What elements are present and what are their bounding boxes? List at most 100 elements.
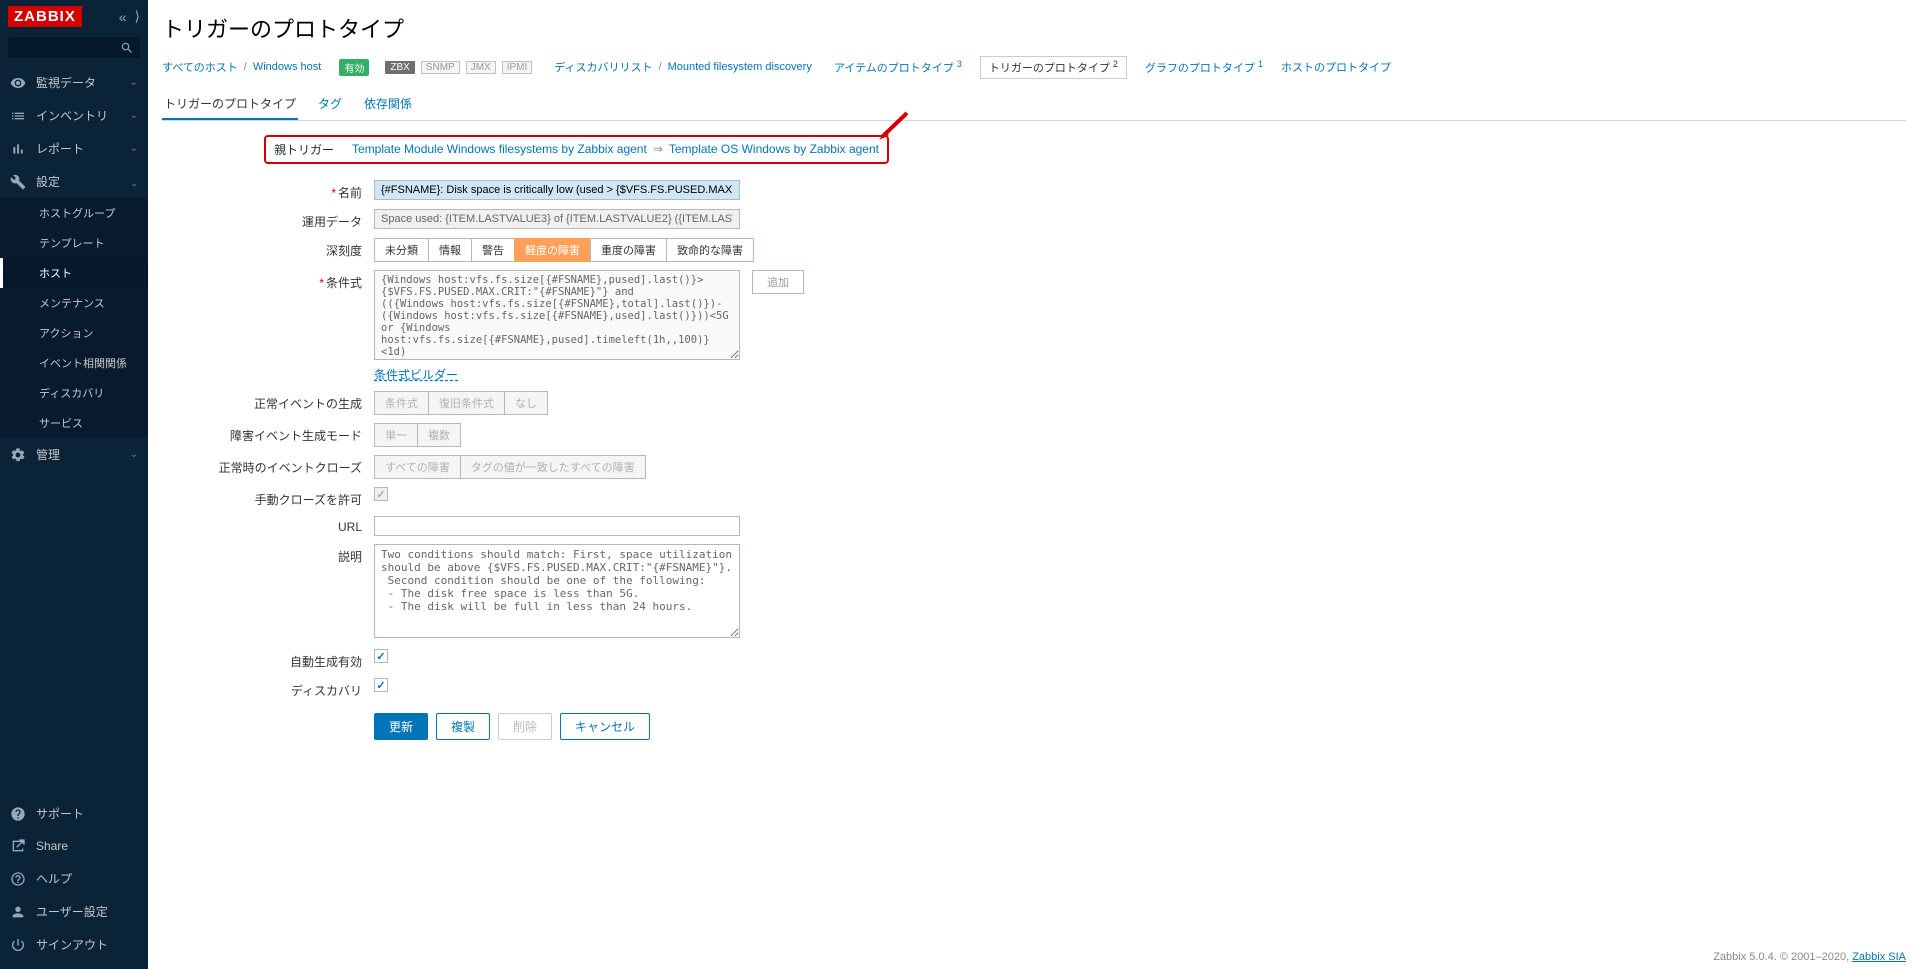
sev-avg[interactable]: 軽度の障害 bbox=[514, 238, 591, 262]
nav-config[interactable]: 設定 ⌃ bbox=[0, 165, 148, 198]
sub-discovery[interactable]: ディスカバリ bbox=[0, 378, 148, 408]
nav-logout[interactable]: サインアウト bbox=[0, 928, 148, 961]
crumb-discovery-rule[interactable]: Mounted filesystem discovery bbox=[668, 61, 812, 73]
wrench-icon bbox=[10, 174, 26, 190]
nav-label: ユーザー設定 bbox=[36, 903, 108, 920]
ok-event-expr[interactable]: 条件式 bbox=[374, 391, 429, 415]
label-auto-enable: 自動生成有効 bbox=[162, 649, 374, 670]
badge-zbx: ZBX bbox=[385, 61, 414, 74]
chart-icon bbox=[10, 141, 26, 157]
ok-event-recovery[interactable]: 復旧条件式 bbox=[428, 391, 505, 415]
chevron-down-icon: ⌄ bbox=[130, 77, 138, 88]
nav-help[interactable]: ヘルプ bbox=[0, 862, 148, 895]
problem-mode-multi[interactable]: 複数 bbox=[417, 423, 461, 447]
manual-close-checkbox[interactable] bbox=[374, 487, 388, 501]
label-url: URL bbox=[162, 516, 374, 534]
expression-textarea[interactable]: {Windows host:vfs.fs.size[{#FSNAME},puse… bbox=[374, 270, 740, 360]
annotation-arrow-icon bbox=[877, 105, 917, 144]
crumb-discovery-list[interactable]: ディスカバリリスト bbox=[554, 59, 652, 75]
sub-hosts[interactable]: ホスト bbox=[0, 258, 148, 288]
label-manual-close: 手動クローズを許可 bbox=[162, 487, 374, 508]
trigger-form: 親トリガー Template Module Windows filesystem… bbox=[162, 135, 1122, 740]
sev-high[interactable]: 重度の障害 bbox=[590, 238, 667, 262]
crumb-all-hosts[interactable]: すべてのホスト bbox=[162, 59, 238, 75]
label-name: 名前 bbox=[338, 186, 362, 200]
discovery-checkbox[interactable] bbox=[374, 678, 388, 692]
auto-enable-checkbox[interactable] bbox=[374, 649, 388, 663]
chevron-down-icon: ⌄ bbox=[130, 110, 138, 121]
nav-user-settings[interactable]: ユーザー設定 bbox=[0, 895, 148, 928]
list-icon bbox=[10, 108, 26, 124]
label-description: 説明 bbox=[162, 544, 374, 565]
problem-mode-single[interactable]: 単一 bbox=[374, 423, 418, 447]
search-input[interactable] bbox=[14, 40, 120, 55]
sev-info[interactable]: 情報 bbox=[428, 238, 472, 262]
sev-none[interactable]: 未分類 bbox=[374, 238, 429, 262]
badge-jmx: JMX bbox=[466, 61, 496, 74]
description-textarea[interactable]: Two conditions should match: First, spac… bbox=[374, 544, 740, 638]
label: トリガーのプロトタイプ bbox=[989, 63, 1110, 75]
nav-label: 設定 bbox=[36, 173, 60, 190]
parent-link-1[interactable]: Template Module Windows filesystems by Z… bbox=[352, 142, 647, 156]
update-button[interactable]: 更新 bbox=[374, 713, 428, 740]
crumb-graph-proto[interactable]: グラフのプロトタイプ bbox=[1145, 63, 1255, 75]
op-data-input[interactable] bbox=[374, 209, 740, 229]
severity-group: 未分類 情報 警告 軽度の障害 重度の障害 致命的な障害 bbox=[374, 238, 754, 262]
cancel-button[interactable]: キャンセル bbox=[560, 713, 650, 740]
count: 3 bbox=[957, 59, 962, 69]
nav-share[interactable]: Share bbox=[0, 830, 148, 862]
nav-support[interactable]: サポート bbox=[0, 797, 148, 830]
crumb-host[interactable]: Windows host bbox=[253, 61, 321, 73]
label-problem-mode: 障害イベント生成モード bbox=[162, 423, 374, 444]
collapse-sidebar-icon[interactable]: « bbox=[119, 9, 127, 25]
hide-sidebar-icon[interactable]: ⟩ bbox=[135, 8, 140, 25]
support-icon bbox=[10, 806, 26, 822]
tab-depends[interactable]: 依存関係 bbox=[362, 89, 414, 120]
nav-label: インベントリ bbox=[36, 107, 108, 124]
crumb-host-proto[interactable]: ホストのプロトタイプ bbox=[1281, 59, 1391, 75]
footer-link[interactable]: Zabbix SIA bbox=[1852, 951, 1906, 963]
nav-inventory[interactable]: インベントリ ⌄ bbox=[0, 99, 148, 132]
tab-trigger-proto[interactable]: トリガーのプロトタイプ bbox=[162, 89, 298, 120]
parent-link-2[interactable]: Template OS Windows by Zabbix agent bbox=[669, 142, 879, 156]
chevron-up-icon: ⌃ bbox=[130, 176, 138, 187]
action-buttons: 更新 複製 削除 キャンセル bbox=[374, 713, 1122, 740]
sev-disaster[interactable]: 致命的な障害 bbox=[666, 238, 754, 262]
sub-maintenance[interactable]: メンテナンス bbox=[0, 288, 148, 318]
crumb-item-proto[interactable]: アイテムのプロトタイプ bbox=[834, 63, 954, 75]
gear-icon bbox=[10, 447, 26, 463]
ok-close-tag[interactable]: タグの値が一致したすべての障害 bbox=[460, 455, 646, 479]
search-box bbox=[8, 37, 140, 58]
search-icon[interactable] bbox=[120, 41, 134, 55]
nav-label: 管理 bbox=[36, 446, 60, 463]
label-expression: 条件式 bbox=[326, 276, 362, 290]
tab-tags[interactable]: タグ bbox=[316, 89, 344, 120]
count: 1 bbox=[1258, 59, 1263, 69]
label-op-data: 運用データ bbox=[162, 209, 374, 230]
sev-warn[interactable]: 警告 bbox=[471, 238, 515, 262]
sub-actions[interactable]: アクション bbox=[0, 318, 148, 348]
url-input[interactable] bbox=[374, 516, 740, 536]
sub-templates[interactable]: テンプレート bbox=[0, 228, 148, 258]
sub-hostgroups[interactable]: ホストグループ bbox=[0, 198, 148, 228]
ok-event-none[interactable]: なし bbox=[504, 391, 548, 415]
clone-button[interactable]: 複製 bbox=[436, 713, 490, 740]
chevron-down-icon: ⌄ bbox=[130, 449, 138, 460]
nav-label: サポート bbox=[36, 805, 84, 822]
name-input[interactable] bbox=[374, 180, 740, 200]
expression-builder-link[interactable]: 条件式ビルダー bbox=[374, 368, 458, 382]
nav-admin[interactable]: 管理 ⌄ bbox=[0, 438, 148, 471]
logo[interactable]: ZABBIX bbox=[8, 6, 82, 27]
separator: / bbox=[659, 61, 662, 73]
required-mark: * bbox=[319, 276, 324, 290]
problem-mode-group: 単一 複数 bbox=[374, 423, 461, 447]
sub-correlation[interactable]: イベント相関関係 bbox=[0, 348, 148, 378]
ok-close-all[interactable]: すべての障害 bbox=[374, 455, 461, 479]
nav-reports[interactable]: レポート ⌄ bbox=[0, 132, 148, 165]
badge-snmp: SNMP bbox=[421, 61, 460, 74]
nav-monitoring[interactable]: 監視データ ⌄ bbox=[0, 66, 148, 99]
main-content: トリガーのプロトタイプ すべてのホスト / Windows host 有効 ZB… bbox=[148, 0, 1920, 969]
sub-services[interactable]: サービス bbox=[0, 408, 148, 438]
add-expression-button[interactable]: 追加 bbox=[752, 270, 804, 294]
label-ok-event: 正常イベントの生成 bbox=[162, 391, 374, 412]
